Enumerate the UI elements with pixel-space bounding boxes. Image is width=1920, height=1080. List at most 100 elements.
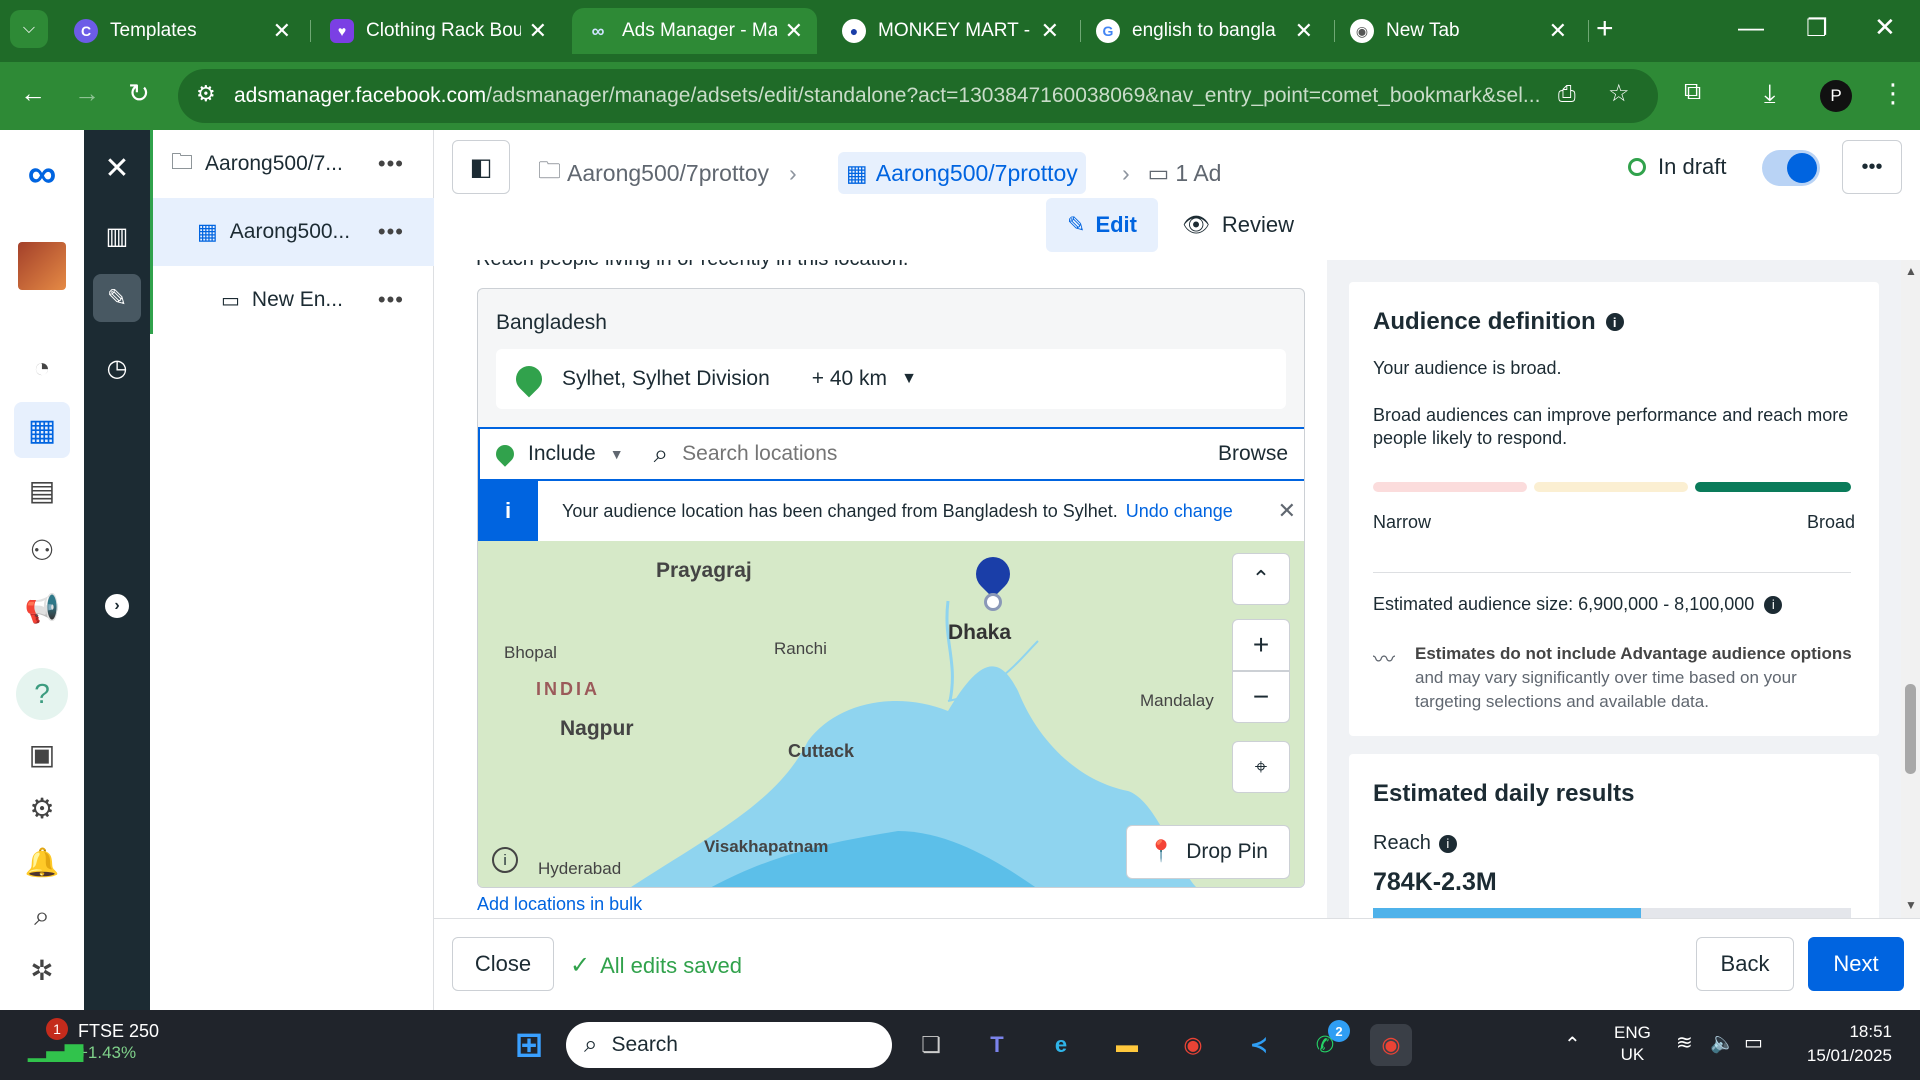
scrollbar-thumb[interactable] bbox=[1905, 684, 1916, 774]
more-icon[interactable]: ••• bbox=[378, 287, 404, 313]
account-avatar[interactable] bbox=[18, 242, 66, 290]
map-info-icon[interactable]: i bbox=[492, 847, 518, 873]
site-info-icon[interactable]: ⚙ bbox=[196, 81, 216, 107]
forward-arrow-icon[interactable]: → bbox=[74, 78, 100, 109]
bookmark-star-icon[interactable]: ☆ bbox=[1608, 79, 1630, 108]
scroll-up-arrow[interactable]: ▲ bbox=[1905, 264, 1917, 278]
zoom-in-button[interactable]: + bbox=[1232, 619, 1290, 671]
locate-me-button[interactable]: ⌖ bbox=[1232, 741, 1290, 793]
more-icon[interactable]: ••• bbox=[378, 151, 404, 177]
campaigns-table-icon[interactable]: ▦ bbox=[14, 402, 70, 458]
menu-kebab-icon[interactable]: ⋮ bbox=[1880, 78, 1906, 109]
drop-pin-button[interactable]: 📍 Drop Pin bbox=[1126, 825, 1290, 879]
location-map[interactable]: Prayagraj Dhaka Bhopal Ranchi INDIA Nagp… bbox=[478, 541, 1304, 887]
tab-english-to-bangla[interactable]: G english to bangla ✕ bbox=[1082, 8, 1327, 54]
info-icon[interactable]: i bbox=[1605, 313, 1624, 331]
tree-item-ad[interactable]: ▭ New En... ••• bbox=[150, 266, 434, 334]
close-icon[interactable]: ✕ bbox=[1041, 18, 1059, 44]
next-button[interactable]: Next bbox=[1808, 937, 1904, 991]
edit-tab[interactable]: ✎ Edit bbox=[1046, 198, 1158, 252]
undo-change-link[interactable]: Undo change bbox=[1126, 501, 1233, 522]
file-explorer-icon[interactable]: ▬ bbox=[1106, 1024, 1148, 1066]
language-indicator[interactable]: ENG UK bbox=[1614, 1022, 1651, 1066]
include-dropdown[interactable]: Include ▼ bbox=[492, 441, 624, 467]
tab-clothing-rack[interactable]: ♥ Clothing Rack Bou ✕ bbox=[316, 8, 561, 54]
windows-start-icon[interactable]: ⊞ bbox=[508, 1024, 550, 1066]
breadcrumb-ad[interactable]: › ▭ 1 Ad bbox=[1122, 152, 1221, 194]
gear-icon[interactable]: ⚙ bbox=[22, 788, 62, 828]
pencil-icon[interactable]: ✎ bbox=[93, 274, 141, 322]
close-icon[interactable]: ✕ bbox=[785, 18, 803, 44]
chrome-icon[interactable]: ◉ bbox=[1172, 1024, 1214, 1066]
new-tab-button[interactable]: + bbox=[1596, 12, 1614, 46]
more-icon[interactable]: ••• bbox=[378, 219, 404, 245]
extensions-icon[interactable]: ⧉ bbox=[1684, 78, 1701, 106]
info-icon[interactable]: i bbox=[1438, 834, 1457, 853]
reload-icon[interactable]: ↻ bbox=[128, 78, 150, 109]
map-collapse-button[interactable]: ⌃ bbox=[1232, 553, 1290, 605]
window-close-button[interactable]: ✕ bbox=[1874, 12, 1896, 43]
tray-chevron-icon[interactable]: ⌃ bbox=[1564, 1032, 1581, 1057]
vscode-icon[interactable]: ≺ bbox=[1238, 1024, 1280, 1066]
close-icon[interactable]: ✕ bbox=[93, 144, 141, 192]
history-icon[interactable]: ◷ bbox=[93, 344, 141, 392]
stock-widget[interactable]: ▁▃▅ 1 FTSE 250 +1.43% bbox=[24, 1018, 159, 1064]
battery-icon[interactable]: ▭ bbox=[1744, 1030, 1763, 1055]
review-tab[interactable]: 👁 Review bbox=[1178, 198, 1298, 252]
reports-icon[interactable]: ▤ bbox=[22, 470, 62, 510]
scroll-down-arrow[interactable]: ▼ bbox=[1905, 898, 1917, 912]
clock[interactable]: 18:51 15/01/2025 bbox=[1800, 1020, 1892, 1068]
close-button[interactable]: Close bbox=[452, 937, 554, 991]
edge-icon[interactable]: e bbox=[1040, 1024, 1082, 1066]
whatsapp-icon[interactable]: ✆ 2 bbox=[1304, 1020, 1350, 1066]
url-field[interactable]: ⚙ adsmanager.facebook.com/adsmanager/man… bbox=[178, 69, 1658, 123]
taskbar-search[interactable]: ⌕ Search bbox=[566, 1022, 892, 1068]
tab-monkey-mart[interactable]: ● MONKEY MART - I ✕ bbox=[828, 8, 1073, 54]
close-icon[interactable]: ✕ bbox=[273, 18, 291, 44]
billing-icon[interactable]: ▣ bbox=[22, 734, 62, 774]
close-icon[interactable]: ✕ bbox=[1295, 18, 1313, 44]
tab-ads-manager[interactable]: ∞ Ads Manager - Ma ✕ bbox=[572, 8, 817, 54]
location-search-input[interactable] bbox=[682, 442, 1163, 466]
tab-search-button[interactable]: ⌵ bbox=[10, 10, 48, 48]
tab-templates[interactable]: C Templates ✕ bbox=[60, 8, 305, 54]
bug-icon[interactable]: ✲ bbox=[22, 950, 62, 990]
audiences-icon[interactable]: ⚇ bbox=[22, 530, 62, 570]
teams-icon[interactable]: T bbox=[976, 1024, 1018, 1066]
help-icon[interactable]: ? bbox=[16, 668, 68, 720]
restore-button[interactable]: ❐ bbox=[1806, 14, 1828, 43]
meta-logo-icon[interactable]: ∞ bbox=[22, 152, 62, 196]
breadcrumb-adset[interactable]: ▦ Aarong500/7prottoy bbox=[838, 152, 1086, 194]
info-icon[interactable]: i bbox=[1764, 595, 1783, 614]
download-icon[interactable]: ⤓ bbox=[1764, 78, 1776, 110]
minimize-button[interactable]: — bbox=[1738, 12, 1764, 43]
radius-dropdown[interactable]: + 40 km ▼ bbox=[812, 367, 917, 391]
tree-item-campaign[interactable]: 🗀 Aarong500/7... ••• bbox=[150, 130, 434, 198]
publish-toggle[interactable] bbox=[1762, 150, 1820, 186]
more-options-button[interactable]: ••• bbox=[1842, 140, 1902, 194]
tree-item-adset[interactable]: ▦ Aarong500... ••• bbox=[150, 198, 434, 266]
chrome-active-icon[interactable]: ◉ bbox=[1370, 1024, 1412, 1066]
task-view-icon[interactable]: ❏ bbox=[910, 1024, 952, 1066]
bar-chart-icon[interactable]: ▥ bbox=[93, 212, 141, 260]
megaphone-icon[interactable]: 📢 bbox=[22, 588, 62, 628]
toggle-panel-button[interactable]: ◧ bbox=[452, 140, 510, 194]
profile-avatar[interactable]: P bbox=[1820, 80, 1852, 112]
search-icon[interactable]: ⌕ bbox=[22, 896, 62, 936]
close-icon[interactable]: ✕ bbox=[529, 18, 547, 44]
wifi-icon[interactable]: ≋ bbox=[1676, 1030, 1693, 1055]
add-locations-bulk-link[interactable]: Add locations in bulk bbox=[477, 894, 642, 915]
volume-icon[interactable]: 🔈 bbox=[1710, 1030, 1735, 1055]
scrollbar[interactable]: ▲ ▼ bbox=[1901, 260, 1920, 918]
breadcrumb-campaign[interactable]: 🗀 Aarong500/7prottoy › bbox=[538, 152, 797, 194]
expand-chevron-icon[interactable]: › bbox=[105, 594, 129, 618]
close-icon[interactable]: ✕ bbox=[1278, 498, 1296, 524]
back-button[interactable]: Back bbox=[1696, 937, 1794, 991]
back-arrow-icon[interactable]: ← bbox=[20, 78, 46, 109]
tab-new-tab[interactable]: ◉ New Tab ✕ bbox=[1336, 8, 1581, 54]
close-icon[interactable]: ✕ bbox=[1549, 18, 1567, 44]
install-app-icon[interactable]: ⎙ bbox=[1558, 81, 1576, 107]
browse-button[interactable]: Browse bbox=[1218, 442, 1288, 466]
bell-icon[interactable]: 🔔 bbox=[22, 842, 62, 882]
gauge-icon[interactable]: ◔ bbox=[22, 348, 62, 388]
